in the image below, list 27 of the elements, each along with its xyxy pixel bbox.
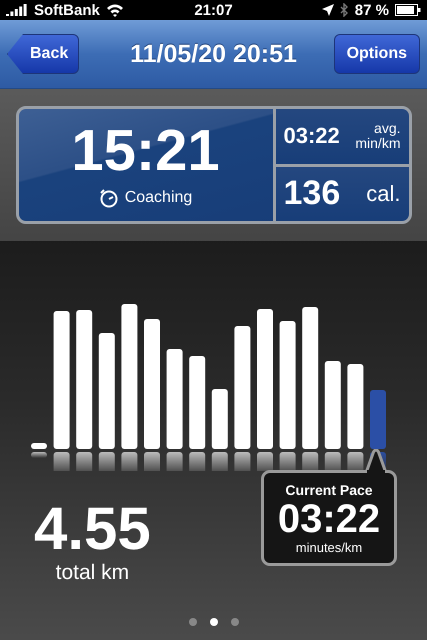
page-dot[interactable]	[230, 618, 238, 626]
page-dot[interactable]	[210, 618, 218, 626]
distance-value: 4.55	[34, 499, 151, 559]
avg-unit: min/km	[355, 136, 400, 152]
current-pace-unit: minutes/km	[296, 540, 362, 554]
battery-percent: 87 %	[354, 2, 389, 18]
coaching-label: Coaching	[124, 189, 192, 207]
calories-value: 136	[284, 174, 340, 214]
battery-icon	[395, 4, 421, 16]
options-button[interactable]: Options	[334, 34, 420, 74]
nav-title: 11/05/20 20:51	[129, 40, 298, 68]
bluetooth-icon	[340, 3, 349, 17]
status-time: 21:07	[193, 2, 234, 18]
avg-label: avg.	[374, 120, 400, 136]
duration-value: 15:21	[71, 122, 220, 180]
stopwatch-icon	[98, 188, 119, 208]
calories-unit: cal.	[366, 180, 400, 207]
wifi-icon	[106, 4, 124, 16]
page-dot[interactable]	[188, 618, 196, 626]
back-button[interactable]: Back	[7, 34, 80, 74]
signal-icon	[6, 4, 28, 16]
carrier-name: SoftBank	[34, 2, 100, 18]
avg-pace-value: 03:22	[284, 123, 340, 150]
current-pace-title: Current Pace	[285, 482, 373, 498]
current-pace-value: 03:22	[278, 498, 380, 540]
location-icon	[322, 4, 334, 16]
distance-unit: total km	[56, 561, 130, 585]
